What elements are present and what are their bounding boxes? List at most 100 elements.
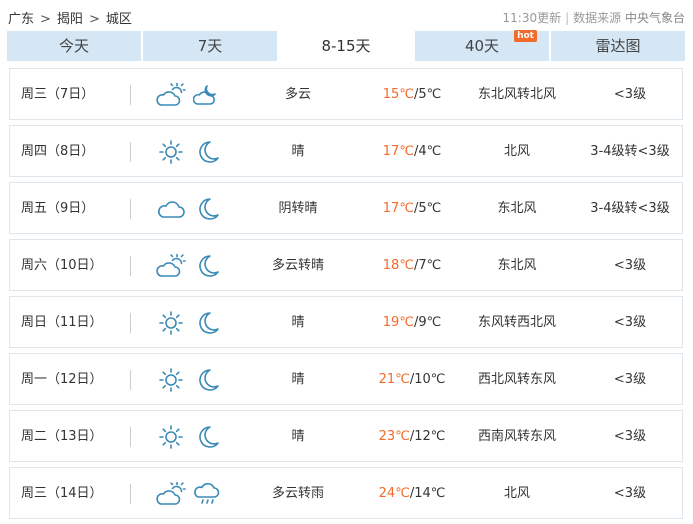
temperature-range: 19℃/9℃ — [365, 297, 459, 349]
wind-level: <3级 — [613, 429, 647, 444]
breadcrumb-separator: > — [88, 12, 100, 27]
tab-label: 7天 — [197, 37, 223, 55]
forecast-date: 周二（13日） — [21, 429, 103, 444]
wind-direction: 东北风 — [497, 258, 537, 273]
weather-description: 晴 — [291, 315, 305, 330]
divider — [130, 85, 131, 105]
cloud-icon — [156, 196, 186, 222]
forecast-date: 周五（9日） — [21, 201, 95, 216]
temperature-range: 15℃/5℃ — [365, 69, 459, 121]
low-temp: /5℃ — [413, 87, 442, 102]
forecast-date: 周六（10日） — [21, 258, 103, 273]
forecast-date: 周三（14日） — [21, 486, 103, 501]
wind-direction: 西北风转东风 — [477, 372, 556, 387]
forecast-row[interactable]: 周三（7日） 多云 15℃/5℃ 东北风转北风 <3级 — [9, 68, 683, 120]
partly-cloudy-night-icon — [193, 82, 221, 108]
breadcrumb-district: 城区 — [105, 12, 132, 27]
divider — [130, 370, 131, 390]
partly-cloudy-icon — [156, 253, 186, 279]
divider — [130, 199, 131, 219]
wind-direction: 东风转西北风 — [477, 315, 556, 330]
tab-7-days[interactable]: 7天 — [143, 31, 279, 61]
divider — [130, 427, 131, 447]
temperature-range: 23℃/12℃ — [365, 411, 459, 463]
forecast-row[interactable]: 周三（14日） 多云转雨 24℃/14℃ 北风 <3级 — [9, 467, 683, 519]
moon-icon — [193, 253, 221, 279]
high-temp: 23℃ — [378, 429, 410, 444]
moon-icon — [193, 196, 221, 222]
weather-description: 阴转晴 — [278, 201, 318, 216]
forecast-date: 周一（12日） — [21, 372, 103, 387]
divider — [130, 142, 131, 162]
wind-level: 3-4级转<3级 — [590, 144, 670, 159]
tab-today[interactable]: 今天 — [7, 31, 143, 61]
breadcrumb-separator: > — [40, 12, 51, 27]
breadcrumb: 广东 > 揭阳 > 城区 — [8, 8, 132, 27]
weather-description: 多云转雨 — [271, 486, 324, 501]
tab-radar[interactable]: 雷达图 — [551, 31, 685, 61]
tab-8-15-days[interactable]: 8-15天 — [279, 31, 415, 61]
tab-40-days[interactable]: 40天 hot — [415, 30, 551, 61]
forecast-row[interactable]: 周日（11日） 晴 19℃/9℃ 东风转西北风 <3级 — [9, 296, 683, 348]
forecast-date: 周三（7日） — [21, 87, 95, 102]
forecast-date: 周四（8日） — [21, 144, 95, 159]
low-temp: /12℃ — [409, 429, 446, 444]
low-temp: /14℃ — [409, 486, 446, 501]
divider — [130, 256, 131, 276]
partly-cloudy-icon — [156, 481, 186, 507]
forecast-list: 周三（7日） 多云 15℃/5℃ 东北风转北风 <3级 周四（8日）晴 17℃/4℃ 北风 3-… — [9, 68, 683, 524]
high-temp: 24℃ — [378, 486, 410, 501]
weather-description: 多云 — [284, 87, 311, 102]
temperature-range: 17℃/5℃ — [365, 183, 459, 235]
forecast-date: 周日（11日） — [21, 315, 103, 330]
source-label: 数据来源 — [573, 11, 622, 25]
wind-direction: 北风 — [503, 486, 530, 501]
moon-icon — [193, 139, 221, 165]
temperature-range: 24℃/14℃ — [365, 468, 459, 520]
high-temp: 21℃ — [378, 372, 410, 387]
breadcrumb-province[interactable]: 广东 — [8, 12, 34, 27]
update-time: 11:30更新 — [502, 11, 562, 25]
forecast-tabs: 今天 7天 8-15天 40天 hot 雷达图 — [7, 30, 685, 61]
weather-description: 晴 — [291, 372, 305, 387]
high-temp: 17℃ — [382, 201, 414, 216]
tab-label: 雷达图 — [595, 37, 641, 55]
low-temp: /5℃ — [413, 201, 442, 216]
wind-level: <3级 — [613, 87, 647, 102]
high-temp: 15℃ — [382, 87, 414, 102]
sun-icon — [156, 139, 186, 165]
wind-direction: 北风 — [503, 144, 530, 159]
forecast-row[interactable]: 周六（10日） 多云转晴 18℃/7℃ 东北风 <3级 — [9, 239, 683, 291]
tab-label: 40天 — [464, 37, 500, 55]
weather-description: 晴 — [291, 429, 305, 444]
moon-icon — [193, 310, 221, 336]
tab-label: 8-15天 — [321, 37, 371, 55]
high-temp: 17℃ — [382, 144, 414, 159]
wind-direction: 西南风转东风 — [477, 429, 556, 444]
divider — [130, 313, 131, 333]
forecast-row[interactable]: 周二（13日） 晴 23℃/12℃ 西南风转东风 <3级 — [9, 410, 683, 462]
weather-description: 多云转晴 — [271, 258, 324, 273]
forecast-row[interactable]: 周一（12日） 晴 21℃/10℃ 西北风转东风 <3级 — [9, 353, 683, 405]
sun-icon — [156, 310, 186, 336]
rain-cloud-icon — [193, 481, 221, 507]
divider — [130, 484, 131, 504]
breadcrumb-city[interactable]: 揭阳 — [57, 12, 83, 27]
forecast-row[interactable]: 周四（8日） 晴 17℃/4℃ 北风 3-4级转<3级 — [9, 125, 683, 177]
wind-level: <3级 — [613, 315, 647, 330]
temperature-range: 18℃/7℃ — [365, 240, 459, 292]
wind-level: <3级 — [613, 486, 647, 501]
sun-icon — [156, 367, 186, 393]
low-temp: /9℃ — [413, 315, 442, 330]
temperature-range: 21℃/10℃ — [365, 354, 459, 406]
update-info: 11:30更新 | 数据来源 中央气象台 — [502, 11, 686, 25]
temperature-range: 17℃/4℃ — [365, 126, 459, 178]
top-bar: 广东 > 揭阳 > 城区 11:30更新 | 数据来源 中央气象台 — [0, 0, 693, 30]
source-name: 中央气象台 — [624, 11, 685, 25]
forecast-row[interactable]: 周五（9日） 阴转晴 17℃/5℃ 东北风 3-4级转<3级 — [9, 182, 683, 234]
low-temp: /4℃ — [413, 144, 442, 159]
partly-cloudy-icon — [156, 82, 186, 108]
low-temp: /7℃ — [413, 258, 442, 273]
wind-level: <3级 — [613, 258, 647, 273]
moon-icon — [193, 367, 221, 393]
